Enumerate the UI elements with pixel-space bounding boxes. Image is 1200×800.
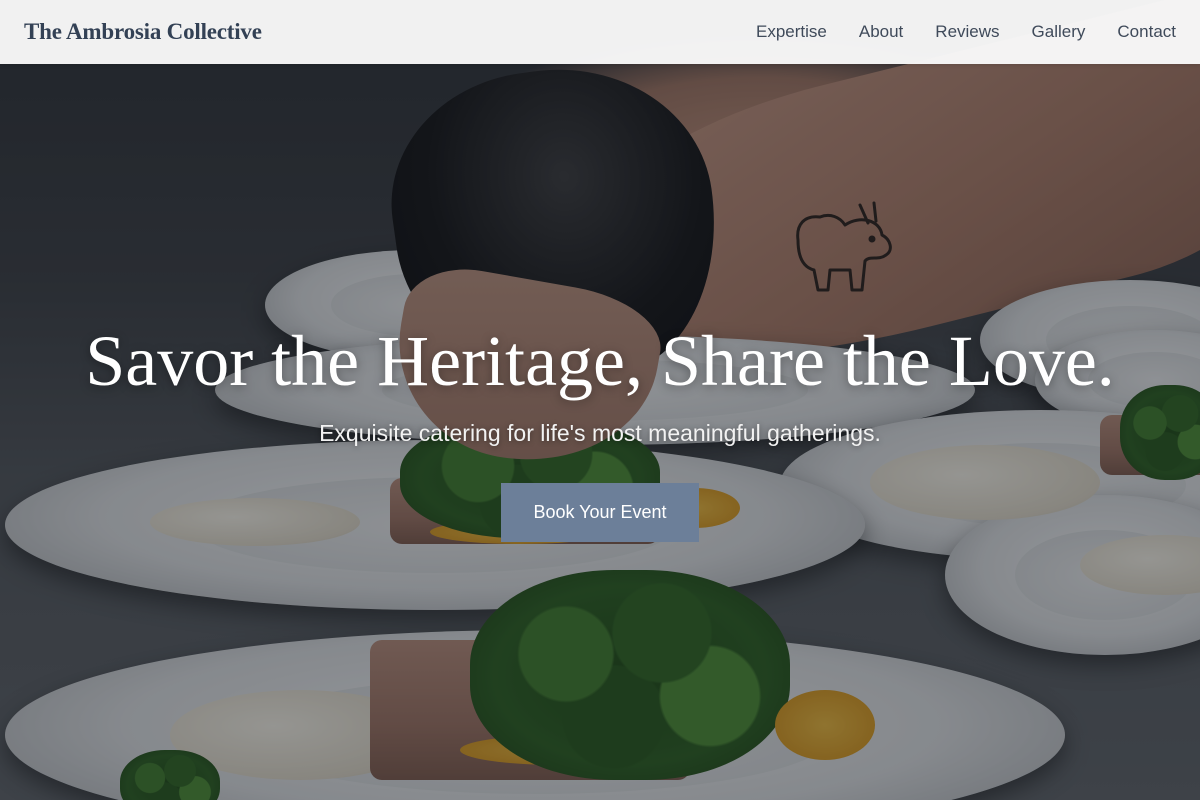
book-event-button[interactable]: Book Your Event [501, 482, 699, 542]
hero-subheadline: Exquisite catering for life's most meani… [319, 419, 881, 446]
hero-section: Savor the Heritage, Share the Love. Exqu… [0, 0, 1200, 800]
hero-headline: Savor the Heritage, Share the Love. [85, 321, 1115, 402]
